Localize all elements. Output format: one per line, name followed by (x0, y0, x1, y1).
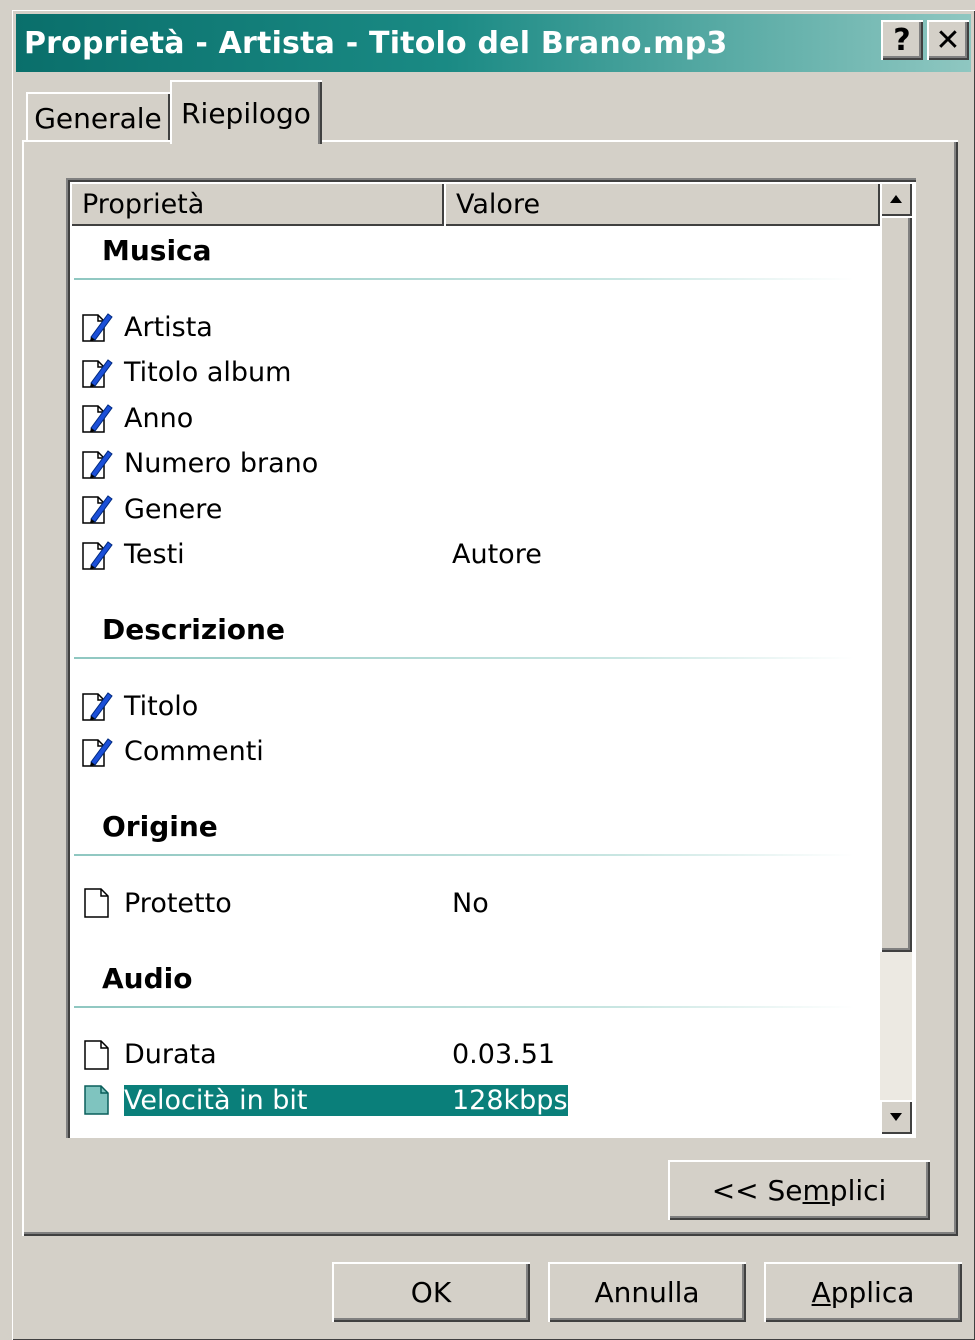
cancel-label: Annulla (594, 1275, 700, 1309)
property-name: Anno (124, 402, 194, 434)
edit-icon (80, 492, 114, 526)
tab-label: Generale (34, 101, 162, 135)
tab-label: Riepilogo (181, 96, 311, 130)
list-item[interactable]: Genere (80, 488, 880, 530)
document-icon (80, 886, 114, 920)
scroll-up-button[interactable] (880, 182, 912, 216)
list-item[interactable]: Testi Autore (80, 534, 880, 576)
properties-list[interactable]: Proprietà Valore Musica Artista Titolo alb… (66, 178, 916, 1138)
property-value: 128kbps (452, 1084, 568, 1116)
edit-icon (80, 310, 114, 344)
group-title: Origine (102, 810, 218, 843)
group-divider (74, 278, 854, 280)
column-header-property[interactable]: Proprietà (70, 182, 444, 226)
list-item[interactable]: Titolo album (80, 352, 880, 394)
property-name: Protetto (124, 887, 232, 919)
group-title: Musica (102, 234, 212, 267)
simple-suffix: plici (829, 1173, 887, 1207)
simple-prefix: << Se (711, 1173, 803, 1207)
property-name: Commenti (124, 736, 264, 767)
property-value: 0.03.51 (452, 1039, 556, 1070)
edit-icon (80, 689, 114, 723)
list-header: Proprietà Valore (70, 182, 880, 226)
ok-label: OK (410, 1275, 452, 1309)
ok-button[interactable]: OK (332, 1262, 530, 1322)
edit-icon (80, 401, 114, 435)
close-button[interactable]: ✕ (927, 20, 969, 60)
property-value: Autore (452, 539, 542, 570)
property-name: Titolo (124, 690, 199, 722)
list-item[interactable]: Commenti (80, 731, 880, 773)
cancel-button[interactable]: Annulla (548, 1262, 746, 1322)
apply-suffix: pplica (830, 1275, 915, 1309)
list-item[interactable]: Durata 0.03.51 (80, 1034, 880, 1076)
simple-accel: m (802, 1173, 830, 1207)
group-divider (74, 657, 854, 659)
list-item[interactable]: Titolo (80, 685, 880, 727)
property-name: Testi (124, 539, 185, 570)
tab-riepilogo[interactable]: Riepilogo (170, 80, 322, 144)
list-item[interactable]: Velocità in bit 128kbps (80, 1079, 880, 1121)
group-title: Audio (102, 961, 193, 995)
edit-icon (80, 447, 114, 481)
edit-icon (80, 735, 114, 769)
group-divider (74, 854, 854, 856)
property-name: Titolo album (124, 357, 292, 388)
property-name: Artista (124, 311, 213, 343)
help-icon: ? (893, 22, 911, 58)
close-icon: ✕ (935, 22, 961, 58)
apply-button[interactable]: Applica (764, 1262, 962, 1322)
list-item[interactable]: Protetto No (80, 882, 880, 924)
arrow-down-icon (890, 1113, 902, 1121)
column-header-value[interactable]: Valore (444, 182, 880, 226)
property-name: Velocità in bit (124, 1084, 452, 1116)
arrow-up-icon (890, 195, 902, 203)
group-divider (74, 1005, 854, 1008)
list-item[interactable]: Artista (80, 306, 880, 348)
help-button[interactable]: ? (881, 20, 923, 60)
list-item[interactable]: Numero brano (80, 443, 880, 485)
simple-view-button[interactable]: << Se m plici (668, 1160, 930, 1220)
property-name: Numero brano (124, 448, 319, 479)
property-name: Durata (124, 1039, 217, 1070)
document-icon (80, 1038, 114, 1072)
tab-generale[interactable]: Generale (26, 92, 170, 142)
vertical-scrollbar[interactable] (880, 182, 912, 1134)
scroll-down-button[interactable] (880, 1100, 912, 1134)
edit-icon (80, 538, 114, 572)
property-value: No (452, 887, 489, 919)
list-item[interactable]: Anno (80, 397, 880, 439)
title-bar[interactable]: Proprietà - Artista - Titolo del Brano.m… (16, 14, 971, 72)
window-title: Proprietà - Artista - Titolo del Brano.m… (24, 25, 728, 61)
property-name: Genere (124, 493, 223, 525)
scroll-thumb[interactable] (880, 216, 912, 952)
apply-accel: A (811, 1275, 831, 1309)
edit-icon (80, 356, 114, 390)
document-icon (80, 1083, 114, 1117)
group-title: Descrizione (102, 613, 285, 646)
